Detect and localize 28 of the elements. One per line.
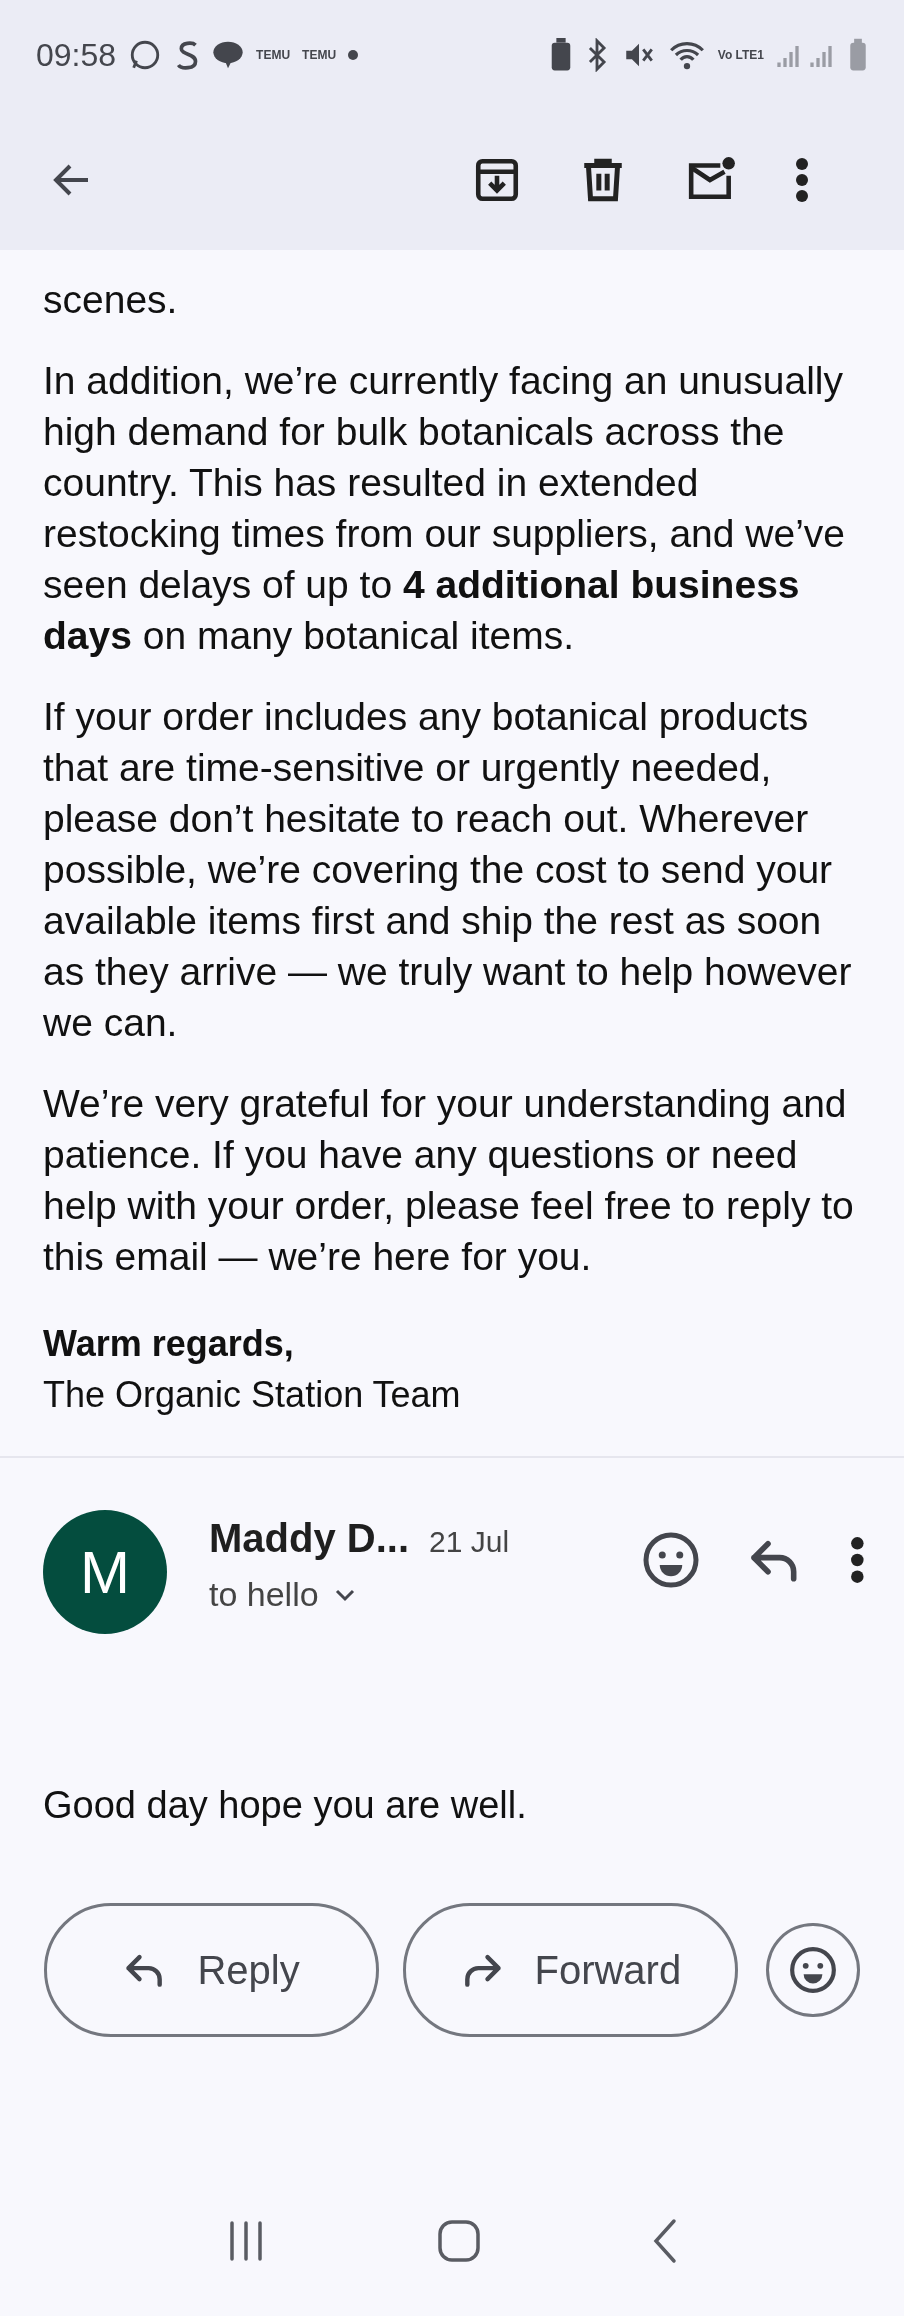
message-icon [212,40,245,70]
notification-label: TEMU [256,49,291,61]
battery-icon [848,38,868,72]
sender-name: Maddy D... [209,1516,410,1561]
sender-avatar: M [43,1510,167,1634]
home-icon [437,2219,481,2263]
body-paragraph: In addition, we’re currently facing an unusually high demand for bulk botanicals across the country. This has resulted in extended restocking times from our suppliers, and we’ve seen delays of up to 4 additional business days on many botanical items. [43,358,846,659]
signature-text: The Organic Station Team [43,1373,462,1417]
notification-label: TEMU [302,49,337,61]
body-paragraph: scenes. [43,277,179,323]
emoji-button[interactable] [766,1923,860,2017]
emoji-icon [788,1945,839,1995]
message-date: 21 Jul [429,1525,510,1559]
body-paragraph: We’re very grateful for your understanding and patience. If you have any questions or need help with your order, please feel free to reply to this email — we’re here for you. [43,1081,855,1280]
network-label: Vo LTE1 [717,49,764,61]
chevron-left-icon [652,2218,679,2264]
wifi-icon [667,39,706,71]
more-icon [794,156,810,204]
more-icon [849,1535,866,1585]
message-text: Good day hope you are well. [43,1784,528,1827]
status-time: 09:58 [36,36,117,74]
battery-saver-icon [549,38,572,72]
reply-pill-button[interactable]: Reply [44,1903,380,2037]
forward-button[interactable]: Forward [403,1903,739,2037]
recipient-toggle[interactable]: to hello [209,1575,510,1614]
signoff-text: Warm regards, [43,1322,295,1366]
body-paragraph: If your order includes any botanical products that are time-sensitive or urgently needed, please don’t hesitate to reach out. Wherever possible, we’re covering the cost to send your available items first and ship the rest as soon as they arrive — we truly want to help however we can. [43,694,853,1046]
dot-icon [348,50,359,60]
